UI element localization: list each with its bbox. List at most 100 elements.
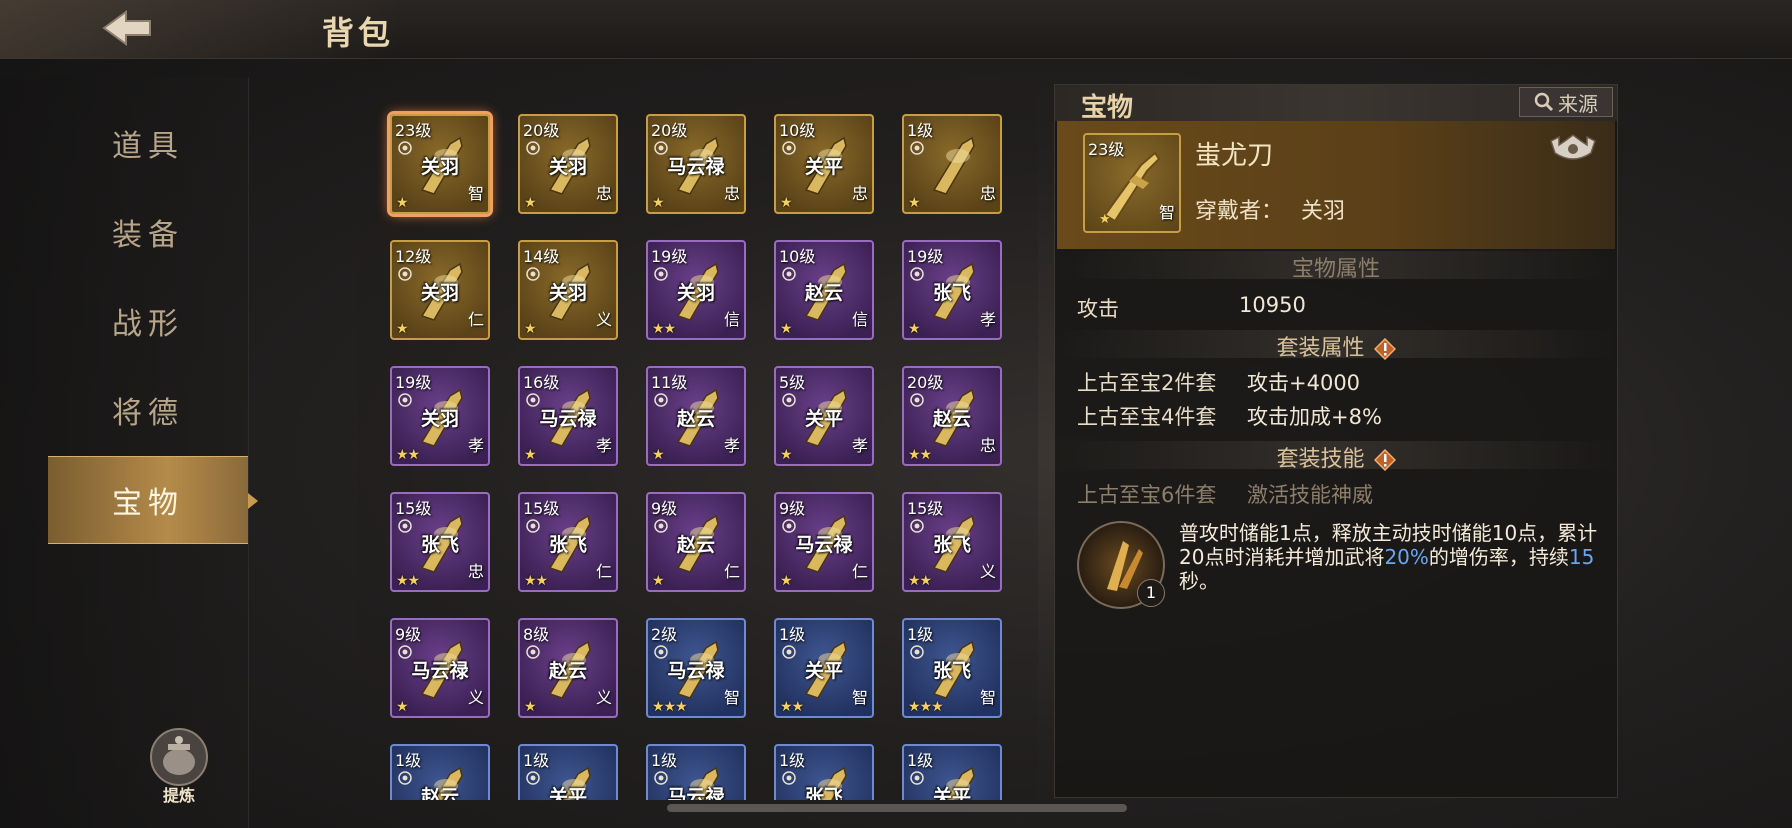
slot-level: 14级	[523, 247, 560, 266]
slot-stars: ★★	[908, 573, 932, 589]
slot-hero: 关平	[804, 660, 843, 682]
sidebar-item-virtue[interactable]: 将德	[48, 367, 248, 453]
slot-hero: 赵云	[420, 786, 459, 800]
slot-virtue: 忠	[979, 184, 996, 203]
slot-hero: 关平	[804, 156, 843, 178]
slot-level: 1级	[523, 751, 550, 770]
slot-stars: ★	[780, 573, 793, 589]
refine-label: 提炼	[162, 786, 195, 805]
treasure-slot[interactable]: 1级 关平智 ★★	[774, 618, 874, 718]
treasure-slot[interactable]: 10级 关平忠 ★	[774, 114, 874, 214]
slot-level: 8级	[523, 625, 550, 644]
treasure-slot[interactable]: 1级 赵云	[390, 744, 490, 800]
slot-hero: 赵云	[932, 408, 971, 430]
slot-virtue: 忠	[595, 184, 612, 203]
treasure-slot[interactable]: 8级 赵云义 ★	[518, 618, 618, 718]
slot-stars: ★	[396, 699, 409, 715]
slot-level: 23级	[395, 121, 432, 140]
slot-virtue: 仁	[595, 562, 612, 581]
slot-stars: ★	[780, 195, 793, 211]
treasure-slot[interactable]: 1级关平	[518, 744, 618, 800]
slot-hero: 张飞	[420, 534, 459, 556]
equipped-badge-icon[interactable]	[1545, 131, 1601, 167]
slot-hero: 马云禄	[667, 156, 725, 178]
treasure-slot[interactable]: 20级 赵云忠 ★★	[902, 366, 1002, 466]
treasure-slot[interactable]: 15级 张飞义 ★★	[902, 492, 1002, 592]
wearer-label: 穿戴者：	[1195, 199, 1284, 224]
source-button[interactable]: 来源	[1519, 87, 1613, 117]
treasure-slot[interactable]: 9级 马云禄义 ★	[390, 618, 490, 718]
slot-hero: 关平	[932, 786, 971, 800]
slot-virtue: 信	[851, 310, 868, 329]
slot-level: 10级	[779, 247, 816, 266]
slot-hero: 马云禄	[539, 408, 597, 430]
treasure-slot[interactable]: 14级 关羽义 ★	[518, 240, 618, 340]
slot-stars: ★	[908, 321, 921, 337]
slot-hero: 关平	[548, 786, 587, 800]
slot-virtue: 孝	[595, 436, 612, 455]
section-title: 宝物属性	[1291, 257, 1380, 282]
treasure-slot[interactable]: 10级 赵云信 ★	[774, 240, 874, 340]
treasure-slot[interactable]: 20级 马云禄忠 ★	[646, 114, 746, 214]
slot-virtue: 义	[595, 688, 612, 707]
treasure-grid: 23级 关羽智 ★ 20级 关羽忠 ★ 20级 马云禄忠 ★ 10级 关平忠 ★ 1级忠 ★ 12级 关羽仁 ★…	[358, 82, 1038, 800]
slot-virtue: 义	[595, 310, 612, 329]
skill-desc-text: 的增伤率，持续	[1428, 545, 1569, 569]
treasure-slot[interactable]: 9级 赵云仁 ★	[646, 492, 746, 592]
treasure-slot[interactable]: 1级 张飞	[774, 744, 874, 800]
info-warning-icon[interactable]	[1373, 449, 1396, 471]
skill-desc-text: 秒。	[1179, 569, 1219, 593]
treasure-slot[interactable]: 9级 马云禄仁 ★	[774, 492, 874, 592]
treasure-slot[interactable]: 19级 张飞孝 ★	[902, 240, 1002, 340]
slot-hero: 关羽	[420, 156, 459, 178]
skill-set-value: 激活技能神威	[1247, 483, 1373, 507]
skill-count-badge: 1	[1137, 579, 1165, 607]
slot-hero: 马云禄	[667, 660, 725, 682]
treasure-slot[interactable]: 20级 关羽忠 ★	[518, 114, 618, 214]
treasure-slot[interactable]: 1级 张飞智 ★★★	[902, 618, 1002, 718]
refine-button[interactable]: 提炼	[148, 726, 210, 806]
treasure-slot[interactable]: 12级 关羽仁 ★	[390, 240, 490, 340]
slot-stars: ★	[908, 195, 921, 211]
slot-hero: 关平	[804, 408, 843, 430]
treasure-star-icon: ★	[1099, 212, 1111, 227]
sidebar-item-equipment[interactable]: 装备	[48, 189, 248, 275]
slot-stars: ★	[396, 321, 409, 337]
treasure-name: 蚩尤刀	[1195, 141, 1274, 171]
treasure-slot[interactable]: 15级 张飞忠 ★★	[390, 492, 490, 592]
treasure-slot[interactable]: 19级 关羽孝 ★★	[390, 366, 490, 466]
sidebar-item-label: 战形	[112, 307, 184, 342]
section-title: 套装属性	[1276, 336, 1365, 361]
treasure-slot[interactable]: 5级 关平孝 ★	[774, 366, 874, 466]
sidebar-item-label: 宝物	[112, 486, 184, 521]
treasure-slot[interactable]: 2级 马云禄智 ★★★	[646, 618, 746, 718]
top-bar: 背包	[0, 0, 1792, 59]
set-bonus-label: 上古至宝2件套	[1077, 371, 1217, 395]
treasure-slot[interactable]: 19级 关羽信 ★★	[646, 240, 746, 340]
slot-hero: 张飞	[932, 282, 971, 304]
treasure-slot[interactable]: 1级 马云禄	[646, 744, 746, 800]
info-warning-icon[interactable]	[1373, 338, 1396, 360]
slot-virtue: 义	[467, 688, 484, 707]
slot-hero: 关羽	[676, 282, 715, 304]
treasure-slot[interactable]: 1级 关平	[902, 744, 1002, 800]
slot-level: 19级	[651, 247, 688, 266]
sidebar-item-treasure[interactable]: 宝物	[48, 456, 258, 544]
treasure-slot[interactable]: 15级 张飞仁 ★★	[518, 492, 618, 592]
treasure-slot[interactable]: 23级 关羽智 ★	[390, 114, 490, 214]
slot-hero: 关羽	[420, 408, 459, 430]
set-bonus-value: 攻击加成+8%	[1247, 405, 1382, 429]
treasure-slot[interactable]: 16级 马云禄孝 ★	[518, 366, 618, 466]
slot-level: 20级	[907, 373, 944, 392]
sidebar-item-label: 装备	[112, 218, 184, 253]
grid-scrollbar[interactable]	[667, 804, 1127, 812]
slot-hero: 赵云	[548, 660, 587, 682]
treasure-slot[interactable]: 11级 赵云孝 ★	[646, 366, 746, 466]
slot-level: 5级	[779, 373, 806, 392]
slot-hero: 马云禄	[795, 534, 853, 556]
sidebar-item-items[interactable]: 道具	[48, 100, 248, 186]
treasure-slot[interactable]: 1级忠 ★	[902, 114, 1002, 214]
back-button[interactable]	[100, 6, 160, 50]
sidebar-item-formation[interactable]: 战形	[48, 278, 248, 364]
section-title: 套装技能	[1276, 447, 1365, 472]
